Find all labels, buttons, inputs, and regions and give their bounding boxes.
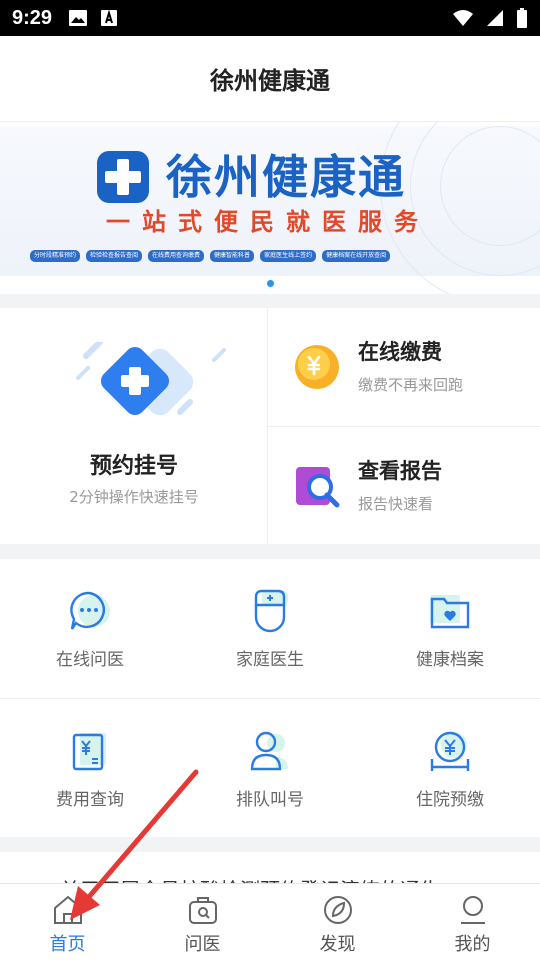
service-queue-call[interactable]: 排队叫号 (180, 699, 360, 837)
text-icon (101, 9, 118, 26)
status-left-icons (68, 9, 118, 27)
feature-side-list: 在线缴费 缴费不再来回跑 查看报告 报告快速看 (268, 308, 540, 544)
view-report-title: 查看报告 (358, 459, 442, 483)
nav-label: 问医 (184, 934, 221, 955)
service-online-consult[interactable]: 在线问医 (0, 559, 180, 698)
service-grid: 在线问医 家庭医生 健康档案 费用查询 排队叫号 住院预缴 (0, 559, 540, 837)
banner-tags: 分时段精准预约 检验检查报告查阅 在线费用查询缴费 健康智能科普 家庭医生线上签… (30, 250, 530, 262)
service-family-doctor[interactable]: 家庭医生 (180, 559, 360, 698)
service-hospital-prepay[interactable]: 住院预缴 (360, 699, 540, 837)
view-report-card[interactable]: 查看报告 报告快速看 (268, 426, 540, 544)
service-label: 在线问医 (56, 650, 124, 670)
battery-icon (517, 8, 527, 28)
feature-card: 预约挂号 2分钟操作快速挂号 在线缴费 缴费不再来回跑 查看报告 报告快速看 (0, 308, 540, 544)
nav-label: 发现 (319, 934, 356, 955)
online-payment-card[interactable]: 在线缴费 缴费不再来回跑 (268, 308, 540, 426)
bottom-nav: 首页 问医 发现 我的 (0, 883, 540, 960)
image-icon (69, 10, 88, 26)
status-bar: 9:29 (0, 0, 540, 36)
banner-tag: 健康智能科普 (210, 250, 255, 262)
yuan-coin-icon (295, 345, 339, 389)
folder-heart-icon (430, 595, 470, 629)
appointment-title: 预约挂号 (89, 454, 178, 479)
consult-bag-icon (188, 897, 217, 924)
hospital-payment-icon (430, 731, 470, 771)
banner-tag: 检验检查报告查阅 (86, 250, 143, 262)
service-label: 健康档案 (416, 650, 484, 670)
nav-label: 我的 (454, 934, 491, 955)
profile-icon (460, 896, 485, 924)
appointment-subtitle: 2分钟操作快速挂号 (69, 488, 199, 506)
bill-icon (72, 733, 106, 771)
banner-tag: 在线费用查询缴费 (148, 250, 205, 262)
status-right-icons (452, 8, 528, 28)
app-screen: 9:29 徐州健康通 徐州健康通 一站式便民就医服务 分时段精准预约 检验检查报… (0, 0, 540, 960)
nav-discover[interactable]: 发现 (270, 884, 405, 960)
banner-tag: 健康档案在线开放查阅 (322, 250, 391, 262)
banner-tag: 家庭医生线上签约 (260, 250, 317, 262)
online-payment-title: 在线缴费 (358, 340, 442, 364)
service-row: 在线问医 家庭医生 健康档案 (0, 559, 540, 698)
app-header: 徐州健康通 (0, 36, 540, 122)
service-label: 费用查询 (56, 790, 124, 810)
home-icon (53, 895, 82, 924)
page-title: 徐州健康通 (210, 67, 330, 95)
service-health-record[interactable]: 健康档案 (360, 559, 540, 698)
queue-people-icon (250, 731, 288, 771)
nav-consult[interactable]: 问医 (135, 884, 270, 960)
service-label: 住院预缴 (416, 790, 484, 810)
banner-tag: 分时段精准预约 (30, 250, 81, 262)
doctor-icon (254, 589, 288, 633)
wifi-icon (453, 10, 473, 26)
appointment-card[interactable]: 预约挂号 2分钟操作快速挂号 (0, 308, 268, 544)
banner-cross-logo-icon (97, 151, 149, 203)
chat-bubble-icon (70, 591, 110, 630)
banner-slogan: 一站式便民就医服务 (106, 208, 430, 236)
carousel-dot-active[interactable] (266, 280, 274, 287)
report-search-icon (296, 467, 340, 508)
service-row: 费用查询 排队叫号 住院预缴 (0, 698, 540, 837)
service-fee-query[interactable]: 费用查询 (0, 699, 180, 837)
compass-icon (323, 896, 352, 924)
view-report-subtitle: 报告快速看 (358, 495, 434, 513)
online-payment-subtitle: 缴费不再来回跑 (358, 376, 464, 394)
service-label: 家庭医生 (236, 650, 304, 670)
plus-diamond-icon (76, 342, 226, 416)
service-label: 排队叫号 (236, 790, 304, 810)
banner-title: 徐州健康通 (166, 150, 406, 204)
carousel-indicator (0, 280, 540, 287)
nav-home[interactable]: 首页 (0, 884, 135, 960)
nav-profile[interactable]: 我的 (405, 884, 540, 960)
signal-icon (487, 10, 503, 26)
nav-label: 首页 (49, 934, 86, 955)
status-time: 9:29 (12, 6, 53, 29)
